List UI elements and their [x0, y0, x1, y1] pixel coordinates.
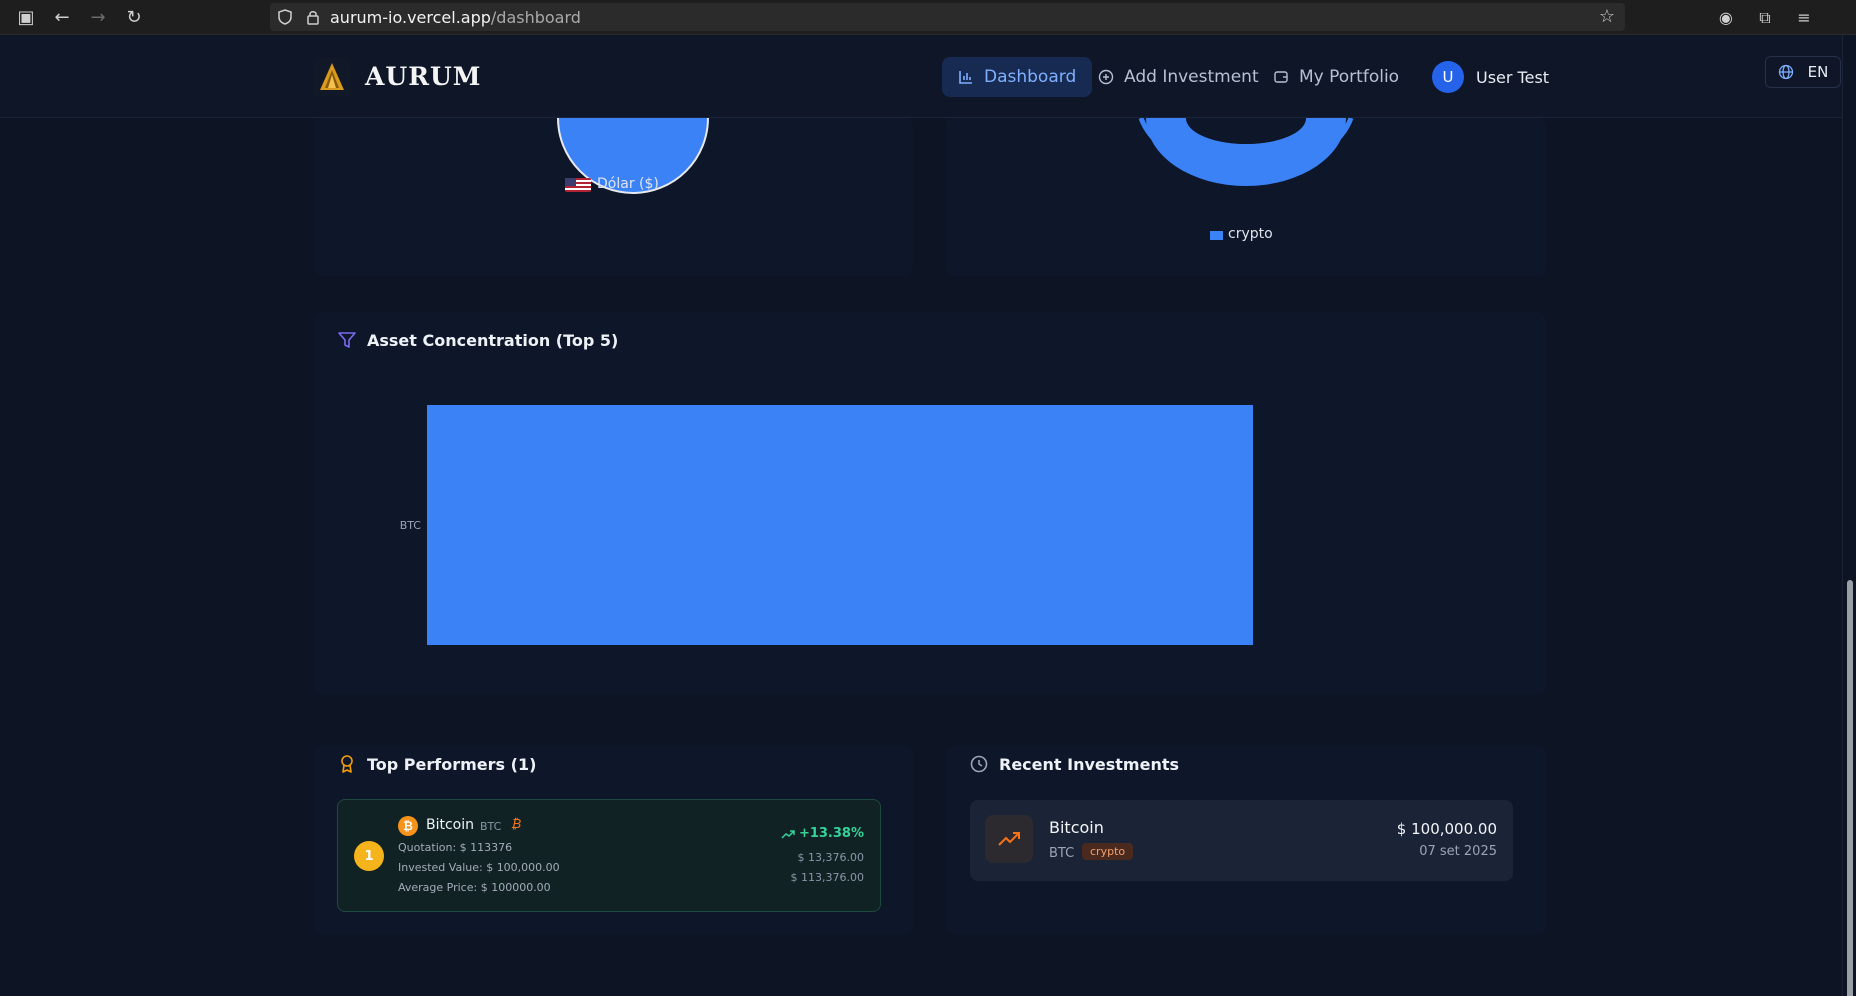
- performer-symbol: BTC: [480, 820, 502, 833]
- logo[interactable]: [313, 58, 351, 96]
- nav-my-portfolio-label: My Portfolio: [1299, 67, 1400, 87]
- lock-icon: [307, 11, 319, 25]
- nav-my-portfolio[interactable]: My Portfolio: [1257, 57, 1415, 97]
- bar-tick-label: BTC: [400, 519, 422, 532]
- user-menu[interactable]: U User Test: [1432, 61, 1549, 93]
- performer-change: +13.38%: [781, 826, 864, 841]
- browser-toolbar: ▣ ← → ↻ aurum-io.vercel.app/dashboard ☆ …: [0, 0, 1856, 35]
- performer-name: Bitcoin: [426, 817, 475, 833]
- recent-investments-title: Recent Investments: [969, 754, 1179, 774]
- url-host: aurum-io.vercel.app: [330, 8, 491, 27]
- performer-gain: $ 13,376.00: [797, 851, 864, 864]
- wallet-icon: [1274, 71, 1288, 83]
- us-flag-icon: [565, 178, 591, 192]
- address-bar[interactable]: aurum-io.vercel.app/dashboard ☆: [270, 3, 1625, 31]
- scroll-thumb[interactable]: [1847, 580, 1853, 996]
- bar-btc[interactable]: [427, 405, 1253, 645]
- bar-chart-icon: [959, 71, 972, 84]
- user-name: User Test: [1476, 67, 1550, 87]
- performer-change-value: +13.38%: [798, 826, 864, 841]
- recent-investment-type-badge: crypto: [1082, 843, 1134, 860]
- clock-icon: [970, 755, 988, 773]
- currency-distribution-card: Dólar ($): [313, 118, 913, 276]
- nav-dashboard[interactable]: Dashboard: [942, 57, 1093, 97]
- url-text: aurum-io.vercel.app/dashboard: [330, 8, 581, 27]
- asset-concentration-chart: BTC: [400, 405, 1253, 645]
- aurum-logo-icon: [320, 63, 344, 90]
- type-legend-swatch: [1210, 231, 1223, 240]
- recent-investment-symbol: BTC: [1049, 846, 1075, 861]
- forward-icon[interactable]: →: [86, 6, 110, 30]
- award-icon: [341, 755, 353, 773]
- app-header: AURUM Dashboard Add Investment My Portfo…: [0, 35, 1842, 118]
- recent-investment-item[interactable]: Bitcoin BTC crypto $ 100,000.00 07 set 2…: [970, 800, 1513, 881]
- type-donut-chart: [1138, 118, 1354, 186]
- type-distribution-card: crypto: [946, 118, 1546, 276]
- top-performer-item[interactable]: 1 ₿ Bitcoin BTC ₿ Quotation: $ 113376 In…: [337, 799, 881, 912]
- back-icon[interactable]: ←: [50, 6, 74, 30]
- performer-quotation: Quotation: $ 113376: [398, 841, 513, 854]
- currency-pie-chart: [557, 118, 709, 194]
- sidebar-toggle-icon[interactable]: ▣: [14, 6, 38, 30]
- scrollbar[interactable]: [1842, 35, 1856, 996]
- nav-dashboard-label: Dashboard: [984, 67, 1077, 87]
- globe-icon: [1778, 64, 1793, 80]
- recent-investment-icon-box: [985, 815, 1033, 863]
- performer-invested: Invested Value: $ 100,000.00: [398, 861, 560, 874]
- bitcoin-symbol-icon: ₿: [511, 817, 522, 832]
- recent-investments-title-text: Recent Investments: [999, 754, 1179, 774]
- recent-investment-date: 07 set 2025: [1419, 844, 1497, 859]
- nav-add-investment-label: Add Investment: [1124, 67, 1259, 87]
- recent-investment-name: Bitcoin: [1049, 818, 1104, 837]
- performer-current-value: $ 113,376.00: [790, 871, 864, 884]
- recent-investment-amount: $ 100,000.00: [1396, 820, 1497, 838]
- avatar: U: [1432, 61, 1464, 93]
- account-icon[interactable]: ◉: [1714, 6, 1738, 30]
- currency-legend-swatch: [599, 162, 612, 171]
- currency-legend-label: Dólar ($): [597, 176, 659, 192]
- performer-average-price: Average Price: $ 100000.00: [398, 881, 551, 894]
- top-performers-title-text: Top Performers (1): [367, 754, 537, 774]
- plus-circle-icon: [1098, 69, 1114, 85]
- url-path: /dashboard: [490, 8, 581, 27]
- reload-icon[interactable]: ↻: [122, 6, 146, 30]
- trending-up-icon: [781, 829, 795, 839]
- bitcoin-icon: ₿: [398, 816, 418, 836]
- language-code: EN: [1807, 63, 1829, 81]
- language-selector[interactable]: EN: [1765, 56, 1841, 88]
- type-legend-label: crypto: [1228, 226, 1273, 242]
- top-performers-title: Top Performers (1): [337, 754, 536, 774]
- asset-concentration-title: Asset Concentration (Top 5): [337, 330, 618, 350]
- rank-badge: 1: [354, 841, 384, 871]
- extensions-icon[interactable]: ⧉: [1753, 6, 1777, 30]
- nav-add-investment[interactable]: Add Investment: [1082, 57, 1275, 97]
- bookmark-star-icon[interactable]: ☆: [1599, 6, 1615, 27]
- shield-icon: [278, 9, 292, 25]
- filter-icon: [338, 332, 356, 348]
- brand-name[interactable]: AURUM: [365, 62, 481, 91]
- menu-icon[interactable]: ≡: [1792, 6, 1816, 30]
- trending-up-icon: [998, 832, 1020, 846]
- asset-concentration-title-text: Asset Concentration (Top 5): [367, 330, 619, 350]
